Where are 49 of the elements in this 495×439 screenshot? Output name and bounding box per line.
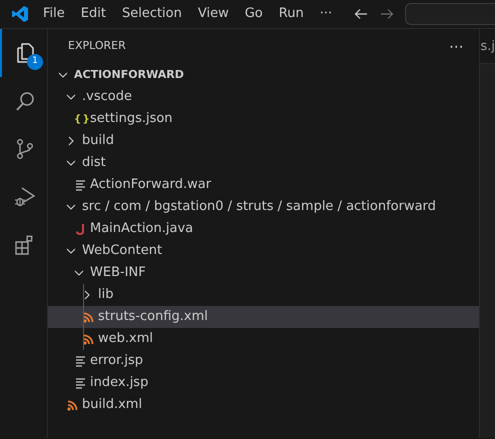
chevron-down-icon <box>66 246 76 256</box>
tree-item[interactable]: dist <box>48 152 480 174</box>
menu-item[interactable]: Go <box>236 4 271 24</box>
activity-bar-item[interactable]: 1 <box>0 29 48 77</box>
rss-icon <box>83 312 94 322</box>
tree-item[interactable]: lib <box>48 284 480 306</box>
editor-tab[interactable]: s.j <box>480 29 495 64</box>
lines-icon <box>75 179 86 191</box>
tree-item[interactable]: index.jsp <box>48 372 480 394</box>
menu-item[interactable]: ··· <box>312 4 340 24</box>
search-field[interactable] <box>405 3 495 25</box>
count-badge: 1 <box>27 54 43 70</box>
menu-item[interactable]: View <box>190 4 237 24</box>
tree-item[interactable]: src / com / bgstation0 / struts / sample / actionforward <box>48 196 480 218</box>
chevron-down-icon <box>66 202 76 212</box>
chevron-down-icon <box>66 92 76 102</box>
tree-item[interactable]: error.jsp <box>48 350 480 372</box>
chevron-down-icon <box>66 158 76 168</box>
tree-item[interactable]: ActionForward.war <box>48 174 480 196</box>
tree-item[interactable]: build.xml <box>48 394 480 416</box>
tree-item[interactable]: .vscode <box>48 86 480 108</box>
menu-item[interactable]: Selection <box>114 4 190 24</box>
tree-item[interactable]: web.xml <box>48 328 480 350</box>
menu-item[interactable]: Edit <box>72 4 114 24</box>
back-arrow-icon[interactable] <box>354 8 368 20</box>
lines-icon <box>75 377 86 389</box>
tree-item[interactable]: WebContent <box>48 240 480 262</box>
tree-item[interactable]: { }settings.json <box>48 108 480 130</box>
chevron-right-icon <box>82 290 92 300</box>
play-bug-icon <box>13 185 37 209</box>
chevron-right-icon <box>66 136 76 146</box>
tree-item[interactable]: struts-config.xml <box>48 306 480 328</box>
tree-item[interactable]: WEB-INF <box>48 262 480 284</box>
letter-j-icon <box>75 223 85 235</box>
lines-icon <box>75 355 86 367</box>
more-actions-button[interactable]: ··· <box>449 36 464 56</box>
chevron-down-icon <box>58 70 68 80</box>
forward-arrow-icon[interactable] <box>380 8 394 20</box>
tree-item[interactable]: build <box>48 130 480 152</box>
menu-item[interactable]: Run <box>270 4 312 24</box>
folder-label: ACTIONFORWARD <box>74 66 184 83</box>
rss-icon <box>83 334 94 344</box>
rss-icon <box>67 400 78 410</box>
tree-item[interactable]: MainAction.java <box>48 218 480 240</box>
braces-icon: { } <box>74 112 89 126</box>
menu-item[interactable]: File <box>35 4 73 24</box>
explorer-title: EXPLORER <box>68 38 126 54</box>
app-logo-icon[interactable] <box>11 5 29 23</box>
chevron-down-icon <box>74 268 84 278</box>
